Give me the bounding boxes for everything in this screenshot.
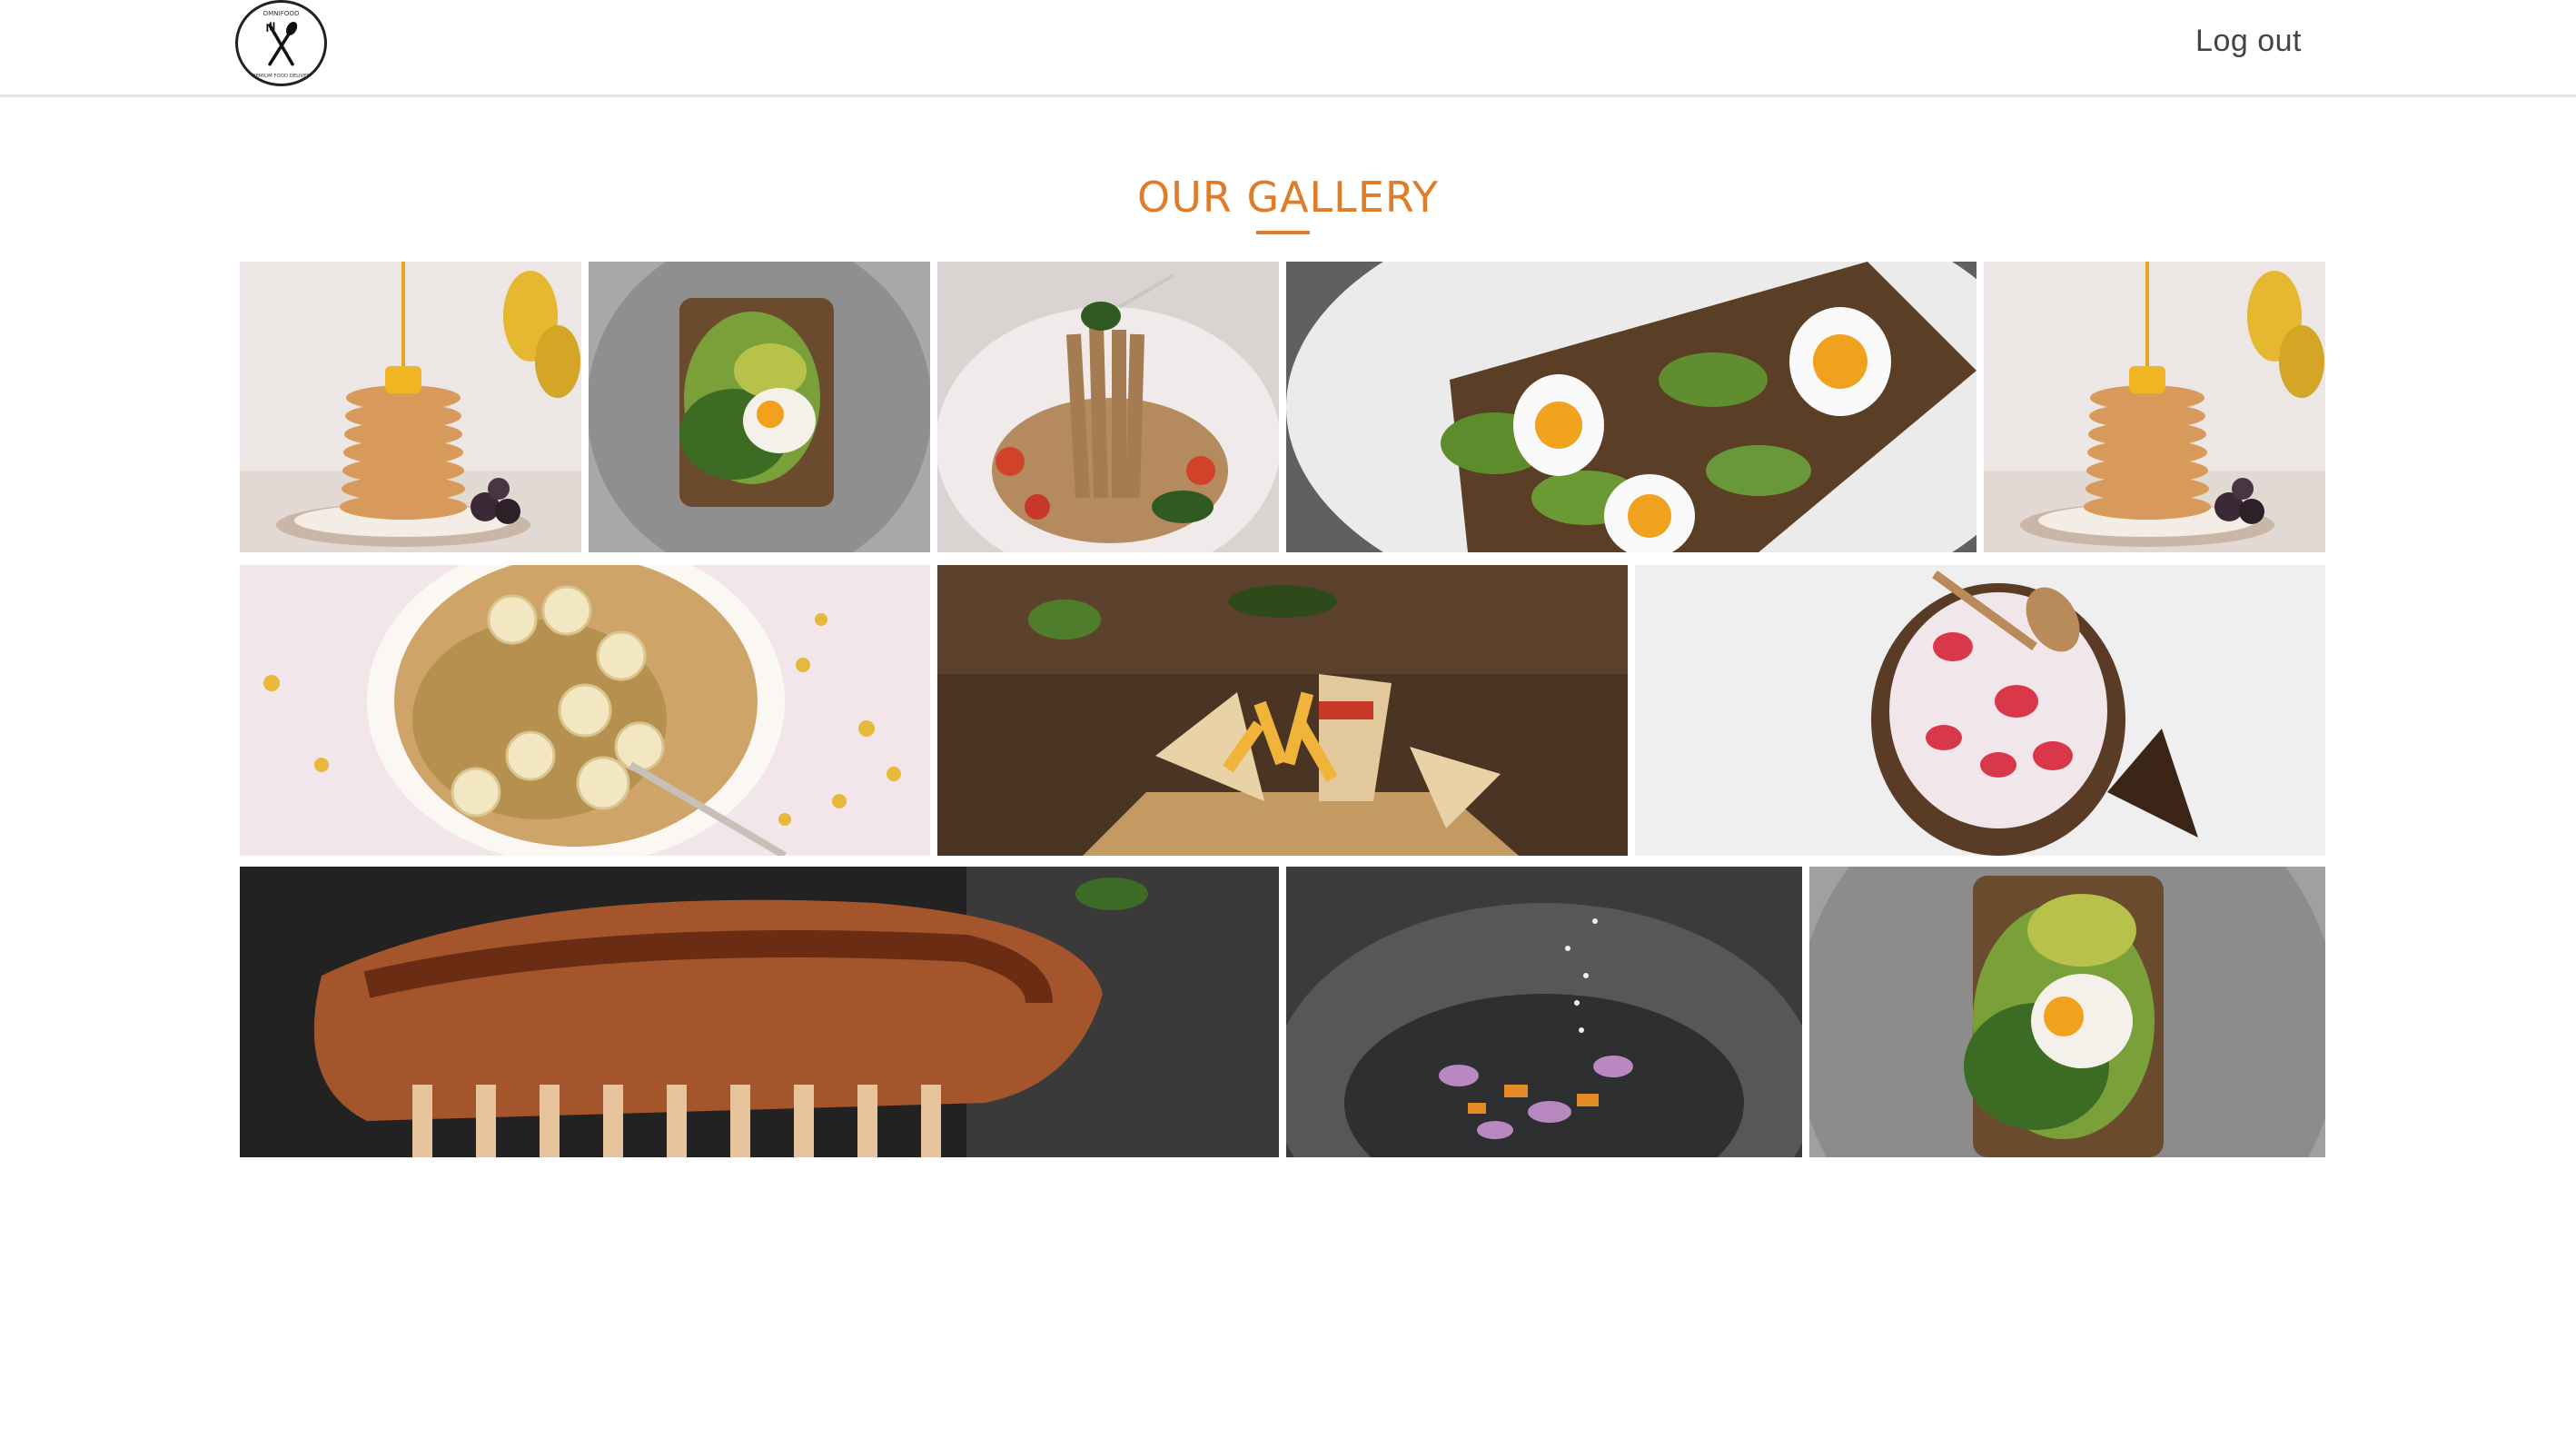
gallery-image-spaghetti[interactable] [937, 262, 1279, 552]
svg-text:PREMIUM FOOD DELIVERY: PREMIUM FOOD DELIVERY [250, 74, 313, 79]
gallery-image-club-sandwich[interactable] [937, 565, 1628, 856]
gallery-image-spice-bowl[interactable] [1286, 867, 1802, 1157]
gallery-image-avocado-eggs[interactable] [1286, 262, 1977, 552]
gallery-image-coconut-smoothie[interactable] [1635, 565, 2325, 856]
omnifood-logo[interactable]: OMNIFOOD PREMIUM FOOD DELIVERY [235, 0, 327, 86]
gallery-image-pancakes-2[interactable] [1984, 262, 2325, 552]
gallery-image-grilled-ribs[interactable] [240, 867, 1279, 1157]
gallery-image-avocado-toast-egg-2[interactable] [1809, 867, 2325, 1157]
top-navigation-bar: OMNIFOOD PREMIUM FOOD DELIVERY Log out [0, 0, 2576, 97]
svg-text:OMNIFOOD: OMNIFOOD [263, 9, 300, 17]
gallery-title: OUR GALLERY [1136, 173, 1439, 222]
gallery-image-banana-oatmeal[interactable] [240, 565, 930, 856]
title-underline [1256, 231, 1310, 234]
logout-link[interactable]: Log out [2195, 24, 2302, 59]
gallery-image-avocado-toast-egg[interactable] [589, 262, 930, 552]
fork-spoon-icon: OMNIFOOD PREMIUM FOOD DELIVERY [250, 9, 313, 79]
gallery-image-pancakes[interactable] [240, 262, 581, 552]
